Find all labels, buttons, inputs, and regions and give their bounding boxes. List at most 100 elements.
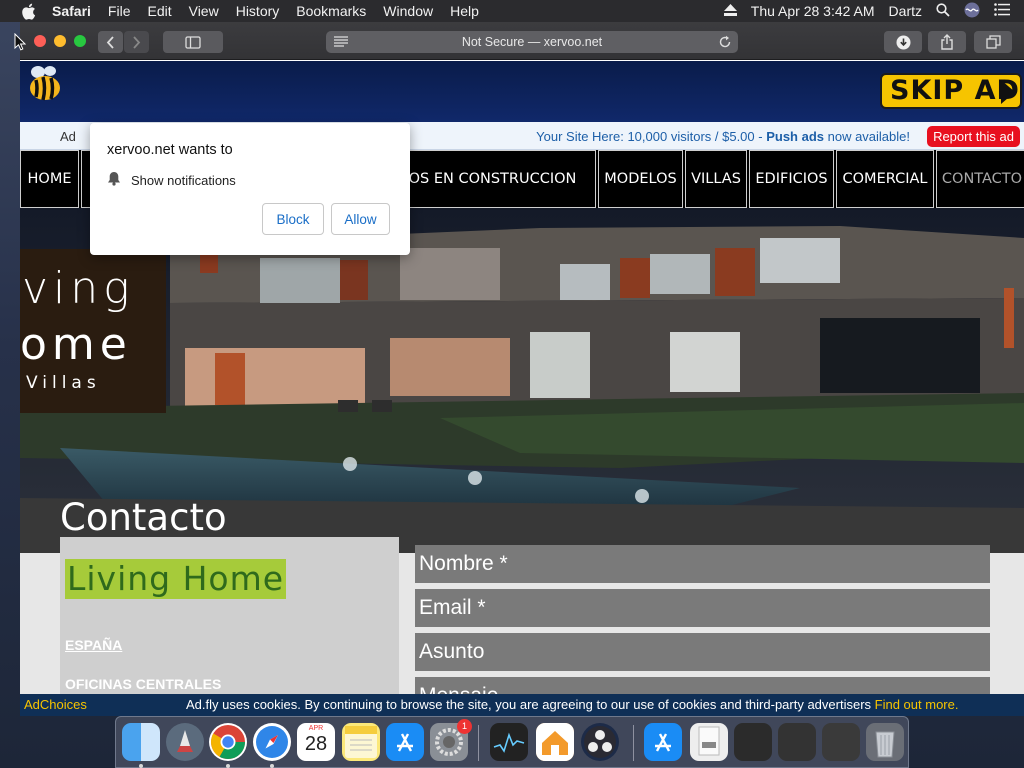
spotlight-search-icon[interactable] [936,2,950,20]
menu-app-safari[interactable]: Safari [52,0,91,22]
menu-history[interactable]: History [236,0,280,22]
activity-monitor-icon[interactable] [490,723,528,761]
menu-file[interactable]: File [108,0,131,22]
document-icon[interactable] [690,723,728,761]
email-field[interactable] [415,589,990,627]
web-page: SKIP AD Ad Your Site Here: 10,000 visito… [20,61,1024,716]
notes-icon[interactable] [342,723,380,761]
dock-separator-2 [633,725,634,761]
country-link-espana[interactable]: ESPAÑA [65,637,122,653]
prompt-title: xervoo.net wants to [107,142,233,158]
ad-message-prefix: Your Site Here: 10,000 visitors / $5.00 … [536,129,767,144]
minimize-window-button[interactable] [54,35,66,47]
ad-bar-left-text: Ad [60,129,76,144]
adchoices-link[interactable]: AdChoices [24,697,87,712]
menu-bar: Safari File Edit View History Bookmarks … [0,0,1024,22]
obs-icon[interactable] [581,723,619,761]
menu-user[interactable]: Dartz [889,3,922,19]
ad-message-suffix: now available! [824,129,910,144]
tab-overview-button[interactable] [974,31,1012,53]
subject-field[interactable] [415,633,990,671]
reload-icon[interactable] [718,35,732,52]
reader-view-icon[interactable] [334,36,348,50]
dock: APR 28 1 [115,716,909,768]
menu-help[interactable]: Help [450,0,479,22]
bell-icon [107,171,121,189]
trash-icon[interactable] [866,723,904,761]
menu-bookmarks[interactable]: Bookmarks [296,0,366,22]
system-preferences-icon[interactable]: 1 [430,719,472,761]
logo-line-3: Villas [26,373,101,393]
allow-button[interactable]: Allow [331,203,390,235]
finder-icon[interactable] [122,723,160,761]
notification-badge: 1 [457,719,472,734]
offices-heading: OFICINAS CENTRALES [65,676,222,692]
nav-item-modelos[interactable]: MODELOS [598,150,683,208]
ad-message-bold: Push ads [766,129,824,144]
share-button[interactable] [928,31,966,53]
contact-section: Living Home ESPAÑA OFICINAS CENTRALES [20,537,1024,716]
back-button[interactable] [98,31,123,53]
menu-edit[interactable]: Edit [147,0,171,22]
eject-icon[interactable] [723,3,737,19]
nav-item-contacto[interactable]: CONTACTO [936,150,1024,208]
calendar-icon[interactable]: APR 28 [297,723,335,761]
safari-icon[interactable] [253,723,291,761]
cookie-message: Ad.fly uses cookies. By continuing to br… [186,697,958,712]
browser-toolbar: Not Secure — xervoo.net [20,22,1024,60]
brand-name: Living Home [65,559,287,599]
address-bar[interactable]: Not Secure — xervoo.net [326,31,738,53]
notification-permission-prompt: xervoo.net wants to Show notifications B… [90,123,410,255]
nav-item-edificios[interactable]: EDIFICIOS [749,150,834,208]
office-info-panel: Living Home ESPAÑA OFICINAS CENTRALES [60,537,399,716]
ad-bar-message[interactable]: Your Site Here: 10,000 visitors / $5.00 … [536,129,910,144]
page-title: Contacto [60,496,227,539]
notification-center-icon[interactable] [994,3,1010,19]
mouse-cursor-icon [14,33,26,51]
find-out-more-link[interactable]: Find out more. [875,697,959,712]
site-header: SKIP AD [20,61,1024,122]
play-arrow-icon [1001,80,1015,104]
sidebar-toggle-button[interactable] [163,31,223,53]
nav-item-villas[interactable]: VILLAS [685,150,747,208]
dock-separator [478,725,479,761]
report-ad-button[interactable]: Report this ad [927,126,1020,147]
cookie-consent-bar: AdChoices Ad.fly uses cookies. By contin… [20,694,1024,716]
menu-window[interactable]: Window [383,0,433,22]
logo-line-1: ving [22,263,135,314]
logo-line-2: ome [20,319,132,370]
nav-item-home[interactable]: HOME [20,150,79,208]
menu-view[interactable]: View [189,0,219,22]
app-store-icon[interactable] [386,723,424,761]
block-button[interactable]: Block [262,203,324,235]
screenshot-thumbnail-1[interactable] [734,723,772,761]
hero-banner: ving ome Villas Contacto [20,208,1024,553]
safari-running-indicator [270,764,274,768]
launchpad-icon[interactable] [166,723,204,761]
skip-ad-button[interactable]: SKIP AD [880,73,1022,109]
home-app-icon[interactable] [536,723,574,761]
zoom-window-button[interactable] [74,35,86,47]
nav-item-comercial[interactable]: COMERCIAL [836,150,934,208]
bee-logo[interactable] [26,63,64,103]
screenshot-thumbnail-2[interactable] [778,723,816,761]
finder-running-indicator [139,764,143,768]
calendar-day: 28 [304,733,328,755]
app-store-folder-icon[interactable] [644,723,682,761]
calendar-month: APR [308,725,324,732]
siri-icon[interactable] [964,2,980,21]
chrome-running-indicator [226,764,230,768]
apple-menu-icon[interactable] [18,0,38,22]
close-window-button[interactable] [34,35,46,47]
name-field[interactable] [415,545,990,583]
living-home-villas-logo[interactable]: ving ome Villas [20,249,166,413]
address-text: Not Secure — xervoo.net [461,35,603,49]
prompt-permission-text: Show notifications [131,172,236,188]
chrome-icon[interactable] [209,723,247,761]
menu-clock[interactable]: Thu Apr 28 3:42 AM [751,3,875,19]
safari-window: Not Secure — xervoo.net SKIP AD Ad Your … [20,22,1024,716]
cookie-message-text: Ad.fly uses cookies. By continuing to br… [186,697,875,712]
screenshot-thumbnail-3[interactable] [822,723,860,761]
forward-button[interactable] [124,31,149,53]
downloads-button[interactable] [884,31,922,53]
